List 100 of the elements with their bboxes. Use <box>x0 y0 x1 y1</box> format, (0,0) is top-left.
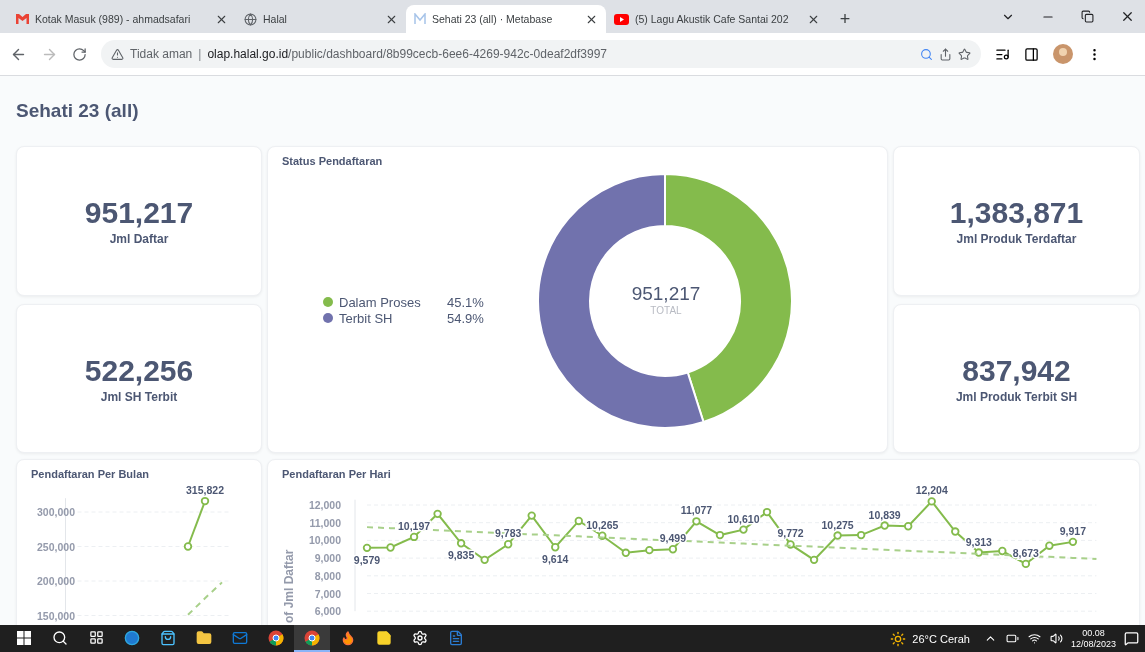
data-point <box>433 509 442 519</box>
axis-tick-label: 7,000 <box>314 587 341 600</box>
browser-tab[interactable]: (5) Lagu Akustik Cafe Santai 202 <box>606 5 828 33</box>
data-label: 11,077 <box>680 504 713 517</box>
speaker-icon[interactable] <box>1049 632 1063 645</box>
envelope-icon[interactable] <box>232 629 248 646</box>
url-text: olap.halal.go.id/public/dashboard/8b99cecb-6ee6-4269-942c-0deaf2df3997 <box>207 47 608 61</box>
metric-label: Jml Daftar <box>109 232 169 246</box>
donut-total-label: TOTAL <box>650 305 682 316</box>
flame-icon[interactable] <box>340 629 356 646</box>
avatar-icon[interactable] <box>1053 44 1073 64</box>
data-point <box>645 545 654 555</box>
data-point <box>692 517 701 526</box>
new-tab-button[interactable]: + <box>828 5 862 33</box>
globe-icon <box>244 12 257 26</box>
data-point <box>409 532 419 542</box>
data-point <box>551 543 560 552</box>
data-point <box>1045 541 1054 550</box>
data-label: 12,204 <box>915 484 948 497</box>
wifi-icon[interactable] <box>1027 632 1041 645</box>
star-icon[interactable] <box>958 47 971 61</box>
trend-line <box>187 581 223 616</box>
data-point <box>621 548 631 557</box>
warning-icon <box>111 47 124 61</box>
data-point <box>880 521 889 530</box>
document-icon[interactable] <box>448 629 464 646</box>
data-point <box>668 545 678 554</box>
axis-tick-label: 300,000 <box>37 506 75 518</box>
metric-value: 1,383,871 <box>949 196 1084 230</box>
shopping-bag-icon[interactable] <box>160 629 176 646</box>
weather-text[interactable]: 26°C Cerah <box>912 632 970 645</box>
axis-tick-label: 200,000 <box>37 575 75 587</box>
letter-m-icon <box>414 13 426 25</box>
browser-tab[interactable]: Sehati 23 (all) · Metabase <box>406 5 606 33</box>
data-point <box>456 539 466 548</box>
data-point <box>598 531 607 540</box>
axis-tick-label: 150,000 <box>37 609 75 622</box>
weather-icon[interactable] <box>890 630 907 647</box>
browser-icon[interactable] <box>304 629 320 646</box>
axis-tick-label: 250,000 <box>37 540 75 553</box>
browser-tab[interactable]: Kotak Masuk (989) - ahmadsafari <box>8 5 236 33</box>
axis-tick-label: 8,000 <box>314 569 341 582</box>
browser-icon[interactable] <box>268 629 284 646</box>
data-point <box>183 542 193 551</box>
sticky-note-icon[interactable] <box>376 629 392 646</box>
card-title: Pendaftaran Per Bulan <box>30 467 150 481</box>
data-label: 9,835 <box>448 549 475 562</box>
card-title: Status Pendaftaran <box>281 154 384 168</box>
data-point <box>904 522 913 531</box>
data-point <box>200 496 210 506</box>
data-point <box>833 531 842 540</box>
data-point <box>527 511 536 520</box>
data-point <box>856 530 866 540</box>
task-view-icon[interactable] <box>88 630 104 645</box>
data-label: 9,579 <box>353 553 381 566</box>
axis-tick-label: 10,000 <box>308 534 341 547</box>
data-point <box>998 546 1007 556</box>
notification-icon[interactable] <box>1124 631 1139 646</box>
data-point <box>927 497 936 506</box>
battery-icon[interactable] <box>1005 632 1019 645</box>
axis-title: of Jml Daftar <box>282 549 296 623</box>
metric-value: 951,217 <box>84 196 194 230</box>
data-point <box>1068 537 1078 547</box>
data-point <box>809 555 819 565</box>
list-icon[interactable] <box>995 46 1010 62</box>
data-point <box>739 525 748 534</box>
data-point <box>762 507 772 517</box>
metric-value: 522,256 <box>84 353 194 388</box>
card-title: Pendaftaran Per Hari <box>281 467 392 481</box>
dashboard-title: Sehati 23 (all) <box>16 99 140 123</box>
axis-tick-label: 12,000 <box>308 499 341 511</box>
close-icon[interactable] <box>1120 9 1135 24</box>
play-icon <box>614 13 629 25</box>
data-point <box>362 543 372 553</box>
data-point <box>974 548 983 557</box>
search-icon[interactable] <box>52 629 68 646</box>
restore-icon[interactable] <box>1081 10 1094 23</box>
share-icon[interactable] <box>939 47 952 61</box>
donut-total: 951,217 <box>631 283 701 305</box>
metric-label: Jml Produk Terbit SH <box>955 389 1078 404</box>
data-point <box>386 543 395 552</box>
reload-icon[interactable] <box>72 46 87 62</box>
legend-label: Dalam Proses <box>339 294 422 310</box>
side-panel-icon[interactable] <box>1024 46 1039 62</box>
axis-tick-label: 11,000 <box>309 516 341 529</box>
data-label: 9,917 <box>1059 524 1087 537</box>
settings-icon[interactable] <box>412 629 428 646</box>
browser-tab[interactable]: Halal <box>236 5 406 33</box>
data-point <box>1021 559 1031 569</box>
data-point <box>504 540 513 549</box>
envelope-icon <box>16 14 29 24</box>
folder-icon[interactable] <box>196 629 212 646</box>
metric-label: Jml SH Terbit <box>100 389 178 404</box>
clock[interactable]: 00.08 12/08/2023 <box>1070 627 1116 650</box>
separator-text: | <box>198 47 202 61</box>
data-label: 8,673 <box>1012 546 1039 559</box>
windows-logo-icon[interactable] <box>17 630 31 645</box>
data-point <box>951 527 960 536</box>
address-field[interactable]: Tidak aman | olap.halal.go.id/public/dashboard/8b99cecb-6ee6-4269-942c-0deaf2df3997 <box>101 40 981 68</box>
axis-tick-label: 9,000 <box>314 552 341 565</box>
